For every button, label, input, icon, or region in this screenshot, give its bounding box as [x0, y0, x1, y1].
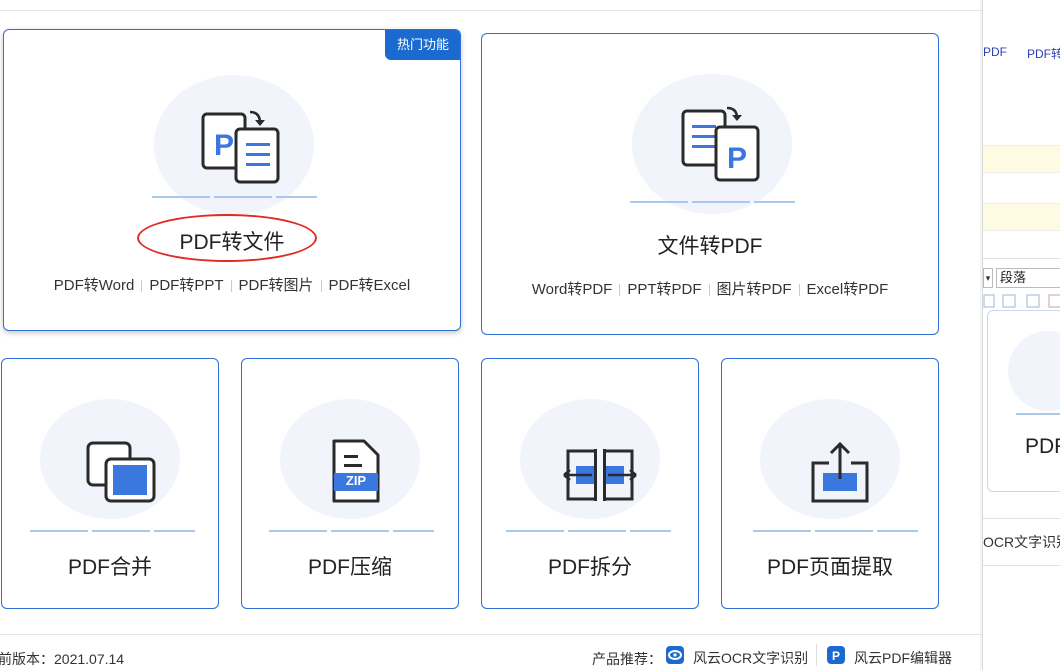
card-pdf-page-extract[interactable]: PDF页面提取	[721, 358, 939, 609]
rp-card-title: PDF	[1025, 435, 1060, 458]
sub-links: Word转PDF PPT转PDF 图片转PDF Excel转PDF	[482, 278, 938, 299]
card-background-blob	[1008, 331, 1060, 411]
card-baseline	[1016, 413, 1060, 415]
rp-ocr-text: OCR文字识别	[983, 534, 1060, 550]
chevron-down-icon[interactable]: ▾	[983, 268, 993, 288]
svg-text:P: P	[727, 142, 747, 175]
card-file-to-pdf[interactable]: P 文件转PDF Word转PDF PPT转PDF 图片转PDF Excel转PDF	[481, 33, 939, 335]
pdf-editor-product-icon: P	[827, 646, 845, 664]
footer-separator	[816, 644, 817, 666]
svg-text:P: P	[214, 129, 234, 162]
card-title: PDF页面提取	[767, 556, 893, 579]
link-word-to-pdf[interactable]: Word转PDF	[525, 281, 620, 298]
link-ppt-to-pdf[interactable]: PPT转PDF	[620, 281, 708, 298]
card-baseline	[630, 201, 795, 203]
svg-text:P: P	[832, 649, 840, 663]
rp-toolbar	[983, 292, 1060, 310]
card-title: PDF压缩	[308, 556, 392, 579]
link-image-to-pdf[interactable]: 图片转PDF	[710, 281, 799, 298]
card-baseline	[152, 196, 317, 198]
rp-yellow-bar	[983, 203, 1060, 231]
hot-feature-badge: 热门功能	[385, 30, 460, 60]
product-ocr-link[interactable]: 风云OCR文字识别	[693, 648, 808, 668]
link-pdf-to-ppt[interactable]: PDF转PPT	[142, 277, 230, 294]
footer-divider	[0, 634, 982, 635]
card-pdf-compress[interactable]: ZIP PDF压缩	[241, 358, 459, 609]
card-baseline	[506, 530, 671, 532]
link-pdf-to-word[interactable]: PDF转Word	[47, 277, 142, 294]
rp-divider	[983, 258, 1060, 259]
card-title: PDF拆分	[548, 556, 632, 579]
red-highlight-ellipse	[137, 214, 317, 262]
card-pdf-to-file[interactable]: P PDF转文件 PDF转Word PDF转PPT PDF转图片 PDF转Excel …	[3, 29, 461, 331]
card-baseline	[269, 530, 434, 532]
ocr-product-icon	[666, 646, 684, 664]
card-baseline	[753, 530, 918, 532]
rp-yellow-bar	[983, 145, 1060, 173]
converter-main-panel: P PDF转文件 PDF转Word PDF转PPT PDF转图片 PDF转Excel …	[0, 0, 982, 670]
rp-style-select[interactable]: ▾ 段落	[983, 268, 1060, 288]
top-divider	[0, 10, 982, 11]
card-pdf-split[interactable]: PDF拆分	[481, 358, 699, 609]
card-title: 文件转PDF	[657, 235, 763, 258]
link-excel-to-pdf[interactable]: Excel转PDF	[800, 281, 896, 298]
rp-divider	[983, 565, 1060, 566]
sub-links: PDF转Word PDF转PPT PDF转图片 PDF转Excel	[4, 274, 460, 295]
zip-label: ZIP	[345, 473, 367, 488]
rp-card[interactable]	[987, 310, 1060, 492]
link-pdf-to-image[interactable]: PDF转图片	[232, 277, 321, 294]
rp-style-select-value[interactable]: 段落	[996, 268, 1060, 288]
recommend-label: 产品推荐：	[592, 651, 662, 667]
rp-link-pdf[interactable]: PDF	[983, 45, 1007, 59]
card-pdf-merge[interactable]: PDF合并	[1, 358, 219, 609]
rp-divider	[983, 518, 1060, 519]
version-text: 前版本：2021.07.14	[0, 651, 125, 667]
product-pdf-editor-link[interactable]: 风云PDF编辑器	[854, 648, 952, 668]
card-title: PDF合并	[68, 556, 152, 579]
card-baseline	[30, 530, 195, 532]
link-pdf-to-excel[interactable]: PDF转Excel	[322, 277, 418, 294]
background-window: PDF PDF转 ▾ 段落 PDF OCR文字识别	[982, 0, 1060, 670]
rp-link-pdf-convert[interactable]: PDF转	[1027, 45, 1060, 62]
